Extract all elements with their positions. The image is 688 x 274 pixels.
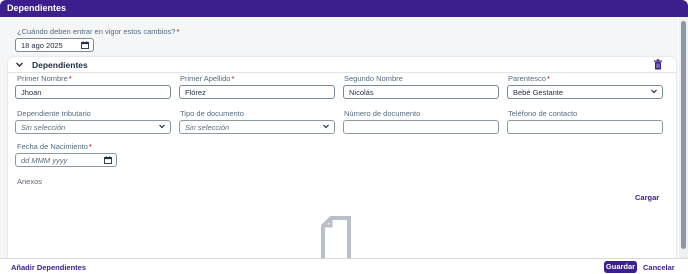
effective-date-label: ¿Cuándo deben entrar en vigor estos camb… xyxy=(17,27,179,36)
chevron-down-icon[interactable] xyxy=(158,122,166,132)
required-marker: * xyxy=(88,142,92,151)
parentesco-label-text: Parentesco xyxy=(508,74,546,83)
parentesco-value: Bebé Gestante xyxy=(513,88,564,97)
primer-apellido-input[interactable]: Flórez xyxy=(179,85,335,99)
effective-date-label-text: ¿Cuándo deben entrar en vigor estos camb… xyxy=(17,27,176,36)
tipo-documento-select[interactable]: Sin selección xyxy=(179,120,335,134)
parentesco-select[interactable]: Bebé Gestante xyxy=(507,85,663,99)
numero-documento-input[interactable] xyxy=(343,120,499,134)
dialog-content: ¿Cuándo deben entrar en vigor estos camb… xyxy=(0,17,678,258)
telefono-input[interactable] xyxy=(507,120,663,134)
scrollbar-thumb[interactable] xyxy=(681,21,686,249)
effective-date-input[interactable]: 18 ago 2025 xyxy=(15,38,94,52)
dependiente-tributario-value: Sin selección xyxy=(21,123,66,132)
required-marker: * xyxy=(176,27,180,36)
required-marker: * xyxy=(68,74,72,83)
tipo-documento-value: Sin selección xyxy=(185,123,230,132)
dialog-title: Dependientes xyxy=(7,3,67,13)
primer-nombre-value: Jhoan xyxy=(21,88,42,97)
fecha-nacimiento-label-text: Fecha de Nacimiento xyxy=(17,142,88,151)
calendar-icon[interactable] xyxy=(81,41,89,51)
chevron-down-icon[interactable] xyxy=(650,87,658,97)
chevron-down-icon[interactable] xyxy=(322,122,330,132)
primer-apellido-value: Flórez xyxy=(185,88,206,97)
dependiente-tributario-select[interactable]: Sin selección xyxy=(15,120,171,134)
vertical-scrollbar[interactable] xyxy=(679,17,688,258)
fecha-nacimiento-input[interactable]: dd MMM yyyy xyxy=(15,153,117,167)
primer-nombre-label: Primer Nombre* xyxy=(17,74,72,83)
required-marker: * xyxy=(546,74,550,83)
effective-date-value: 18 ago 2025 xyxy=(21,41,63,50)
dependiente-tributario-label: Dependiente tributario xyxy=(17,109,91,118)
save-button[interactable]: Guardar xyxy=(604,261,637,273)
fecha-nacimiento-placeholder: dd MMM yyyy xyxy=(21,156,68,165)
upload-button[interactable]: Cargar xyxy=(635,193,659,202)
panel-header: Dependientes xyxy=(8,57,676,73)
calendar-icon[interactable] xyxy=(104,156,112,166)
primer-nombre-label-text: Primer Nombre xyxy=(17,74,68,83)
segundo-nombre-input[interactable]: Nicolás xyxy=(343,85,499,99)
segundo-nombre-label: Segundo Nombre xyxy=(344,74,403,83)
add-dependents-button[interactable]: Añadir Dependientes xyxy=(11,263,86,272)
parentesco-label: Parentesco* xyxy=(508,74,550,83)
chevron-down-icon[interactable] xyxy=(15,60,24,71)
numero-documento-label: Número de documento xyxy=(344,109,421,118)
cancel-button[interactable]: Cancelar xyxy=(643,263,675,272)
segundo-nombre-value: Nicolás xyxy=(349,88,374,97)
trash-icon[interactable] xyxy=(653,59,663,72)
telefono-label: Teléfono de contacto xyxy=(508,109,578,118)
required-marker: * xyxy=(231,74,235,83)
dependent-panel: Dependientes Primer Nombre* Primer Apell… xyxy=(8,57,676,258)
document-icon xyxy=(321,216,351,258)
anexos-label: Anexos xyxy=(17,177,43,186)
tipo-documento-label: Tipo de documento xyxy=(180,109,244,118)
panel-title: Dependientes xyxy=(32,60,88,70)
dialog-footer: Añadir Dependientes Guardar Cancelar xyxy=(0,258,688,274)
primer-apellido-label: Primer Apellido* xyxy=(180,74,234,83)
fecha-nacimiento-label: Fecha de Nacimiento* xyxy=(17,142,92,151)
primer-nombre-input[interactable]: Jhoan xyxy=(15,85,171,99)
primer-apellido-label-text: Primer Apellido xyxy=(180,74,231,83)
dialog-title-bar: Dependientes xyxy=(0,0,688,17)
